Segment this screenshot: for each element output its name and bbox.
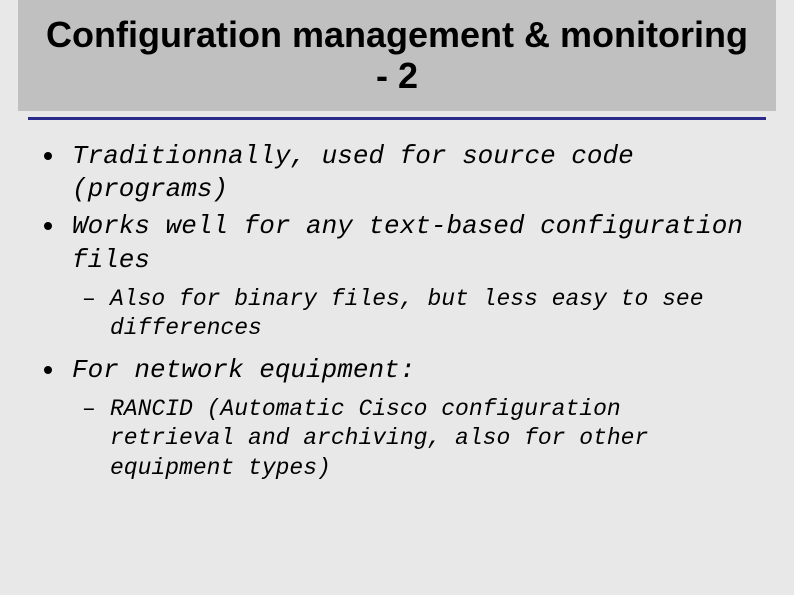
list-item: RANCID (Automatic Cisco configuration re…: [38, 395, 756, 483]
bullet-list: Traditionnally, used for source code (pr…: [38, 140, 756, 277]
list-item: Works well for any text-based configurat…: [38, 210, 756, 277]
list-item: Traditionnally, used for source code (pr…: [38, 140, 756, 207]
content-area: Traditionnally, used for source code (pr…: [0, 120, 794, 484]
slide: Configuration management & monitoring - …: [0, 0, 794, 595]
bullet-list: For network equipment:: [38, 354, 756, 387]
title-bar: Configuration management & monitoring - …: [18, 0, 776, 111]
list-item: For network equipment:: [38, 354, 756, 387]
sub-bullet-list: RANCID (Automatic Cisco configuration re…: [38, 395, 756, 483]
slide-title: Configuration management & monitoring - …: [38, 14, 756, 97]
list-item: Also for binary files, but less easy to …: [38, 285, 756, 344]
sub-bullet-list: Also for binary files, but less easy to …: [38, 285, 756, 344]
